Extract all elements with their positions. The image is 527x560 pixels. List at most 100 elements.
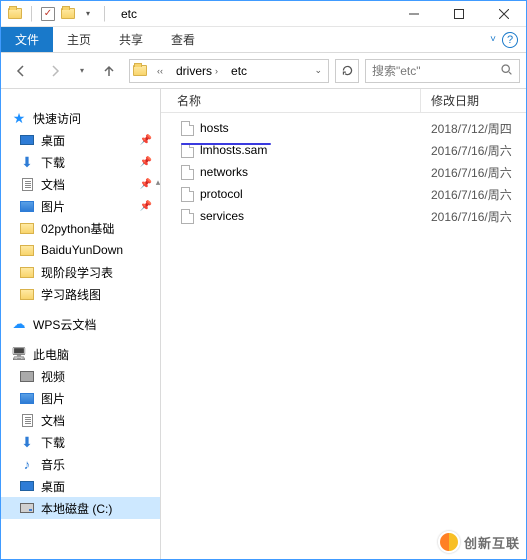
sidebar-item-folder[interactable]: 现阶段学习表 [1, 261, 160, 283]
file-row[interactable]: protocol 2016/7/16/周六 [161, 183, 526, 205]
tab-file[interactable]: 文件 [1, 27, 53, 52]
file-date: 2016/7/16/周六 [421, 186, 512, 203]
sidebar-item-folder[interactable]: BaiduYunDown [1, 239, 160, 261]
watermark-logo-icon [438, 531, 460, 553]
qat-dropdown-icon[interactable]: ▾ [80, 6, 96, 22]
sidebar-item-music[interactable]: ♪音乐 [1, 453, 160, 475]
file-row[interactable]: hosts 2018/7/12/周四 [161, 117, 526, 139]
back-button[interactable] [7, 59, 35, 83]
star-icon: ★ [11, 110, 27, 126]
file-name: services [200, 209, 244, 223]
sidebar-item-pictures[interactable]: 图片 [1, 387, 160, 409]
refresh-button[interactable] [335, 59, 359, 83]
forward-button[interactable] [41, 59, 69, 83]
sidebar-this-pc[interactable]: 🖥此电脑 [1, 343, 160, 365]
pc-icon: 🖥 [11, 346, 27, 362]
file-icon [181, 187, 194, 202]
check-icon[interactable]: ✓ [40, 6, 56, 22]
pin-icon: 📌 [140, 157, 152, 168]
pin-icon: 📌 [140, 179, 152, 190]
minimize-button[interactable] [391, 1, 436, 27]
sidebar-item-drive-c[interactable]: 本地磁盘 (C:) [1, 497, 160, 519]
file-name: networks [200, 165, 248, 179]
history-dropdown-icon[interactable]: ▾ [75, 59, 89, 83]
tab-home[interactable]: 主页 [53, 27, 105, 52]
file-date: 2016/7/16/周六 [421, 164, 512, 181]
column-date[interactable]: 修改日期 [421, 92, 479, 109]
maximize-button[interactable] [436, 1, 481, 27]
separator [31, 6, 32, 22]
breadcrumb-segment[interactable]: drivers› [172, 60, 225, 82]
window-title: etc [115, 7, 137, 21]
title-bar: ✓ ▾ etc [1, 1, 526, 27]
sidebar-item-folder[interactable]: 学习路线图 [1, 283, 160, 305]
folder-icon [19, 286, 35, 302]
file-icon [181, 165, 194, 180]
sidebar-item-desktop[interactable]: 桌面 [1, 475, 160, 497]
download-icon: ⬇ [19, 154, 35, 170]
column-headers: 名称 修改日期 [161, 89, 526, 113]
separator [104, 6, 105, 22]
search-input[interactable]: 搜索"etc" [365, 59, 520, 83]
folder-icon [7, 6, 23, 22]
address-dropdown-icon[interactable]: ⌄ [310, 65, 326, 76]
file-name: lmhosts.sam [200, 143, 267, 157]
picture-icon [19, 390, 35, 406]
tab-share[interactable]: 共享 [105, 27, 157, 52]
document-icon [19, 176, 35, 192]
file-row[interactable]: networks 2016/7/16/周六 [161, 161, 526, 183]
folder-icon [60, 6, 76, 22]
search-icon [500, 63, 513, 79]
sidebar-quick-access[interactable]: ★快速访问 [1, 107, 160, 129]
music-icon: ♪ [19, 456, 35, 472]
sidebar-item-documents[interactable]: 文档📌 [1, 173, 160, 195]
cloud-icon: ☁ [11, 316, 27, 332]
sidebar-item-video[interactable]: 视频 [1, 365, 160, 387]
file-icon [181, 209, 194, 224]
ribbon-tabs: 文件 主页 共享 查看 ˅ ? [1, 27, 526, 53]
file-date: 2016/7/16/周六 [421, 142, 512, 159]
address-bar[interactable]: ‹‹ drivers› etc ⌄ [129, 59, 329, 83]
download-icon: ⬇ [19, 434, 35, 450]
sidebar-item-downloads[interactable]: ⬇下载📌 [1, 151, 160, 173]
pin-icon: 📌 [140, 201, 152, 212]
document-icon [19, 412, 35, 428]
navigation-tree: ▴ ★快速访问 桌面📌 ⬇下载📌 文档📌 图片📌 02python基础 Baid… [1, 89, 161, 559]
desktop-icon [19, 132, 35, 148]
file-row[interactable]: services 2016/7/16/周六 [161, 205, 526, 227]
file-date: 2018/7/12/周四 [421, 120, 512, 137]
folder-icon [132, 63, 148, 79]
watermark: 创新互联 [438, 531, 520, 553]
annotation-underline [181, 143, 271, 145]
scroll-up-icon[interactable]: ▴ [153, 177, 161, 187]
close-button[interactable] [481, 1, 526, 27]
help-icon[interactable]: ? [502, 32, 518, 48]
desktop-icon [19, 478, 35, 494]
column-name[interactable]: 名称 [161, 89, 421, 112]
file-name: hosts [200, 121, 229, 135]
breadcrumb-prev[interactable]: ‹‹ [150, 60, 170, 82]
ribbon-expand-icon[interactable]: ˅ [490, 34, 496, 45]
tab-view[interactable]: 查看 [157, 27, 209, 52]
sidebar-item-desktop[interactable]: 桌面📌 [1, 129, 160, 151]
folder-icon [19, 242, 35, 258]
sidebar-item-documents[interactable]: 文档 [1, 409, 160, 431]
file-list: hosts 2018/7/12/周四 lmhosts.sam 2016/7/16… [161, 113, 526, 559]
folder-icon [19, 264, 35, 280]
picture-icon [19, 198, 35, 214]
sidebar-item-folder[interactable]: 02python基础 [1, 217, 160, 239]
watermark-text: 创新互联 [464, 533, 520, 552]
file-date: 2016/7/16/周六 [421, 208, 512, 225]
sidebar-item-pictures[interactable]: 图片📌 [1, 195, 160, 217]
file-name: protocol [200, 187, 243, 201]
sidebar-item-downloads[interactable]: ⬇下载 [1, 431, 160, 453]
search-placeholder: 搜索"etc" [372, 62, 421, 79]
drive-icon [19, 500, 35, 516]
up-button[interactable] [95, 59, 123, 83]
folder-icon [19, 220, 35, 236]
breadcrumb-segment[interactable]: etc [227, 60, 251, 82]
file-pane: 名称 修改日期 hosts 2018/7/12/周四 lmhosts.sam 2… [161, 89, 526, 559]
sidebar-wps[interactable]: ☁WPS云文档 [1, 313, 160, 335]
video-icon [19, 368, 35, 384]
navigation-bar: ▾ ‹‹ drivers› etc ⌄ 搜索"etc" [1, 53, 526, 89]
